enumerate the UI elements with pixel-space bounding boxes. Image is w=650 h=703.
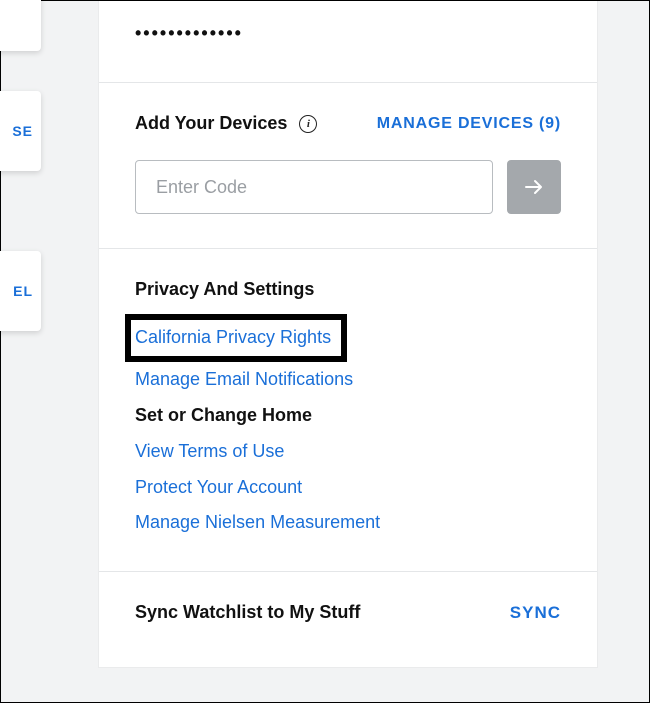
info-icon[interactable]: i — [299, 115, 317, 133]
password-masked: ••••••••••••• — [135, 23, 561, 44]
link-california-privacy[interactable]: California Privacy Rights — [135, 327, 331, 347]
link-terms-of-use[interactable]: View Terms of Use — [135, 438, 284, 466]
devices-title-group: Add Your Devices i — [135, 113, 317, 134]
submit-code-button[interactable] — [507, 160, 561, 214]
highlight-california: California Privacy Rights — [125, 314, 347, 362]
left-tile-0[interactable] — [0, 0, 41, 51]
left-tile-1[interactable]: SE — [0, 91, 41, 171]
privacy-links-list: California Privacy Rights Manage Email N… — [135, 314, 561, 537]
enter-code-row — [135, 160, 561, 214]
devices-title: Add Your Devices — [135, 113, 287, 134]
settings-panel: ••••••••••••• Add Your Devices i MANAGE … — [99, 1, 597, 667]
enter-code-input[interactable] — [135, 160, 493, 214]
sync-section: Sync Watchlist to My Stuff SYNC — [99, 572, 597, 667]
link-protect-account[interactable]: Protect Your Account — [135, 474, 302, 502]
sync-label: Sync Watchlist to My Stuff — [135, 602, 360, 623]
arrow-right-icon — [522, 175, 546, 199]
devices-header: Add Your Devices i MANAGE DEVICES (9) — [135, 113, 561, 134]
privacy-section: Privacy And Settings California Privacy … — [99, 249, 597, 572]
sync-button[interactable]: SYNC — [510, 603, 561, 623]
left-tile-2[interactable]: EL — [0, 251, 41, 331]
sync-row: Sync Watchlist to My Stuff SYNC — [135, 602, 561, 623]
add-devices-section: Add Your Devices i MANAGE DEVICES (9) — [99, 83, 597, 249]
link-set-home[interactable]: Set or Change Home — [135, 402, 312, 430]
privacy-title: Privacy And Settings — [135, 279, 561, 300]
password-section: ••••••••••••• — [99, 1, 597, 83]
link-nielsen[interactable]: Manage Nielsen Measurement — [135, 509, 380, 537]
link-manage-email[interactable]: Manage Email Notifications — [135, 366, 353, 394]
manage-devices-link[interactable]: MANAGE DEVICES (9) — [377, 115, 561, 133]
